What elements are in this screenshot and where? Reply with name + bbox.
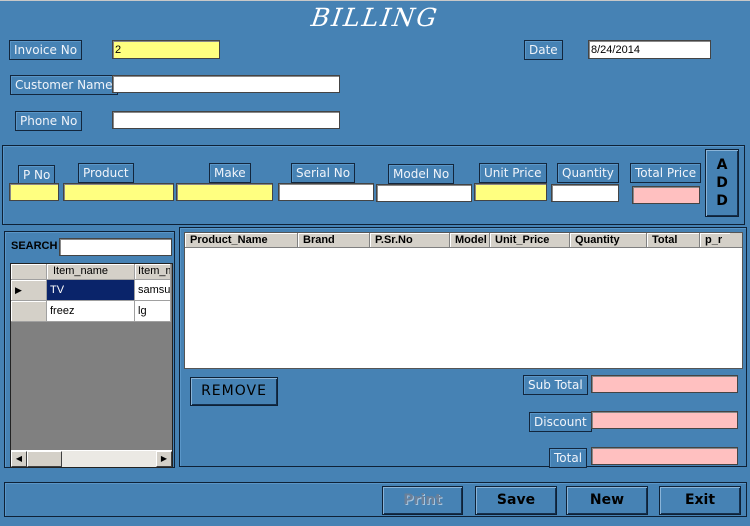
make-field[interactable] xyxy=(176,183,273,201)
quantity-label: Quantity xyxy=(557,163,619,183)
total-price-label: Total Price xyxy=(630,163,702,183)
items-grid-horizontal-scrollbar[interactable]: ◀ ▶ xyxy=(11,450,172,467)
column-header-model[interactable]: Model xyxy=(450,233,490,247)
item-name-cell[interactable]: TV xyxy=(47,280,135,301)
items-grid: Item_name Item_m ▶ TV samsun freez lg xyxy=(10,263,173,468)
discount-label: Discount xyxy=(529,412,592,432)
invoice-no-field[interactable] xyxy=(112,40,220,59)
item-make-cell[interactable]: samsun xyxy=(135,280,171,301)
date-field[interactable] xyxy=(588,40,711,59)
row-indicator-icon xyxy=(11,301,47,322)
pno-label: P No xyxy=(18,165,56,185)
item-make-cell[interactable]: lg xyxy=(135,301,171,322)
column-header-unit-price[interactable]: Unit_Price xyxy=(490,233,570,247)
column-header-item-make[interactable]: Item_m xyxy=(135,264,171,280)
add-letter: D xyxy=(716,175,728,191)
row-indicator-icon: ▶ xyxy=(11,280,47,301)
scrollbar-thumb[interactable] xyxy=(27,451,62,467)
serial-no-field[interactable] xyxy=(278,183,374,201)
items-grid-header: Item_name Item_m xyxy=(11,264,172,280)
customer-name-label: Customer Name xyxy=(10,75,118,95)
item-name-cell[interactable]: freez xyxy=(47,301,135,322)
unit-price-field[interactable] xyxy=(474,183,547,201)
scroll-right-icon[interactable]: ▶ xyxy=(156,451,172,467)
search-label: SEARCH xyxy=(11,240,58,252)
page-title: BILLING xyxy=(309,3,441,32)
bill-grid-header: Product_Name Brand P.Sr.No Model Unit_Pr… xyxy=(185,233,742,248)
subtotal-label: Sub Total xyxy=(523,375,588,395)
exit-button[interactable]: Exit xyxy=(659,486,741,515)
serial-no-label: Serial No xyxy=(291,163,356,183)
product-field[interactable] xyxy=(63,183,174,201)
column-header-brand[interactable]: Brand xyxy=(298,233,370,247)
column-header-pr[interactable]: p_r xyxy=(700,233,730,247)
save-button[interactable]: Save xyxy=(475,486,557,515)
column-header-psrno[interactable]: P.Sr.No xyxy=(370,233,450,247)
column-header-total[interactable]: Total xyxy=(647,233,700,247)
search-input[interactable] xyxy=(59,238,172,256)
total-label: Total xyxy=(549,448,588,468)
table-row[interactable]: ▶ TV samsun xyxy=(11,280,172,301)
pno-field[interactable] xyxy=(9,183,59,201)
discount-field[interactable] xyxy=(591,411,738,429)
new-button[interactable]: New xyxy=(566,486,648,515)
column-header-quantity[interactable]: Quantity xyxy=(570,233,647,247)
quantity-field[interactable] xyxy=(551,184,619,202)
remove-button[interactable]: REMOVE xyxy=(190,377,278,406)
product-label: Product xyxy=(78,163,134,183)
make-label: Make xyxy=(209,163,251,183)
scrollbar-track[interactable] xyxy=(62,451,156,467)
scroll-left-icon[interactable]: ◀ xyxy=(11,451,27,467)
subtotal-field[interactable] xyxy=(591,375,738,393)
add-button[interactable]: A D D xyxy=(705,149,739,217)
model-no-field[interactable] xyxy=(376,184,472,202)
unit-price-label: Unit Price xyxy=(479,163,547,183)
add-letter: A xyxy=(716,157,728,173)
customer-name-field[interactable] xyxy=(112,75,340,93)
table-row[interactable]: freez lg xyxy=(11,301,172,322)
invoice-no-label: Invoice No xyxy=(9,40,83,60)
model-no-label: Model No xyxy=(388,164,455,184)
print-button[interactable]: Print xyxy=(382,486,463,515)
bill-items-grid[interactable]: Product_Name Brand P.Sr.No Model Unit_Pr… xyxy=(184,232,743,369)
date-label: Date xyxy=(524,40,563,60)
column-header-product-name[interactable]: Product_Name xyxy=(185,233,298,247)
total-field[interactable] xyxy=(591,447,738,465)
add-letter: D xyxy=(716,193,728,209)
column-header-item-name[interactable]: Item_name xyxy=(47,264,135,280)
total-price-field[interactable] xyxy=(632,186,700,204)
phone-no-field[interactable] xyxy=(112,111,340,129)
phone-no-label: Phone No xyxy=(15,111,83,131)
